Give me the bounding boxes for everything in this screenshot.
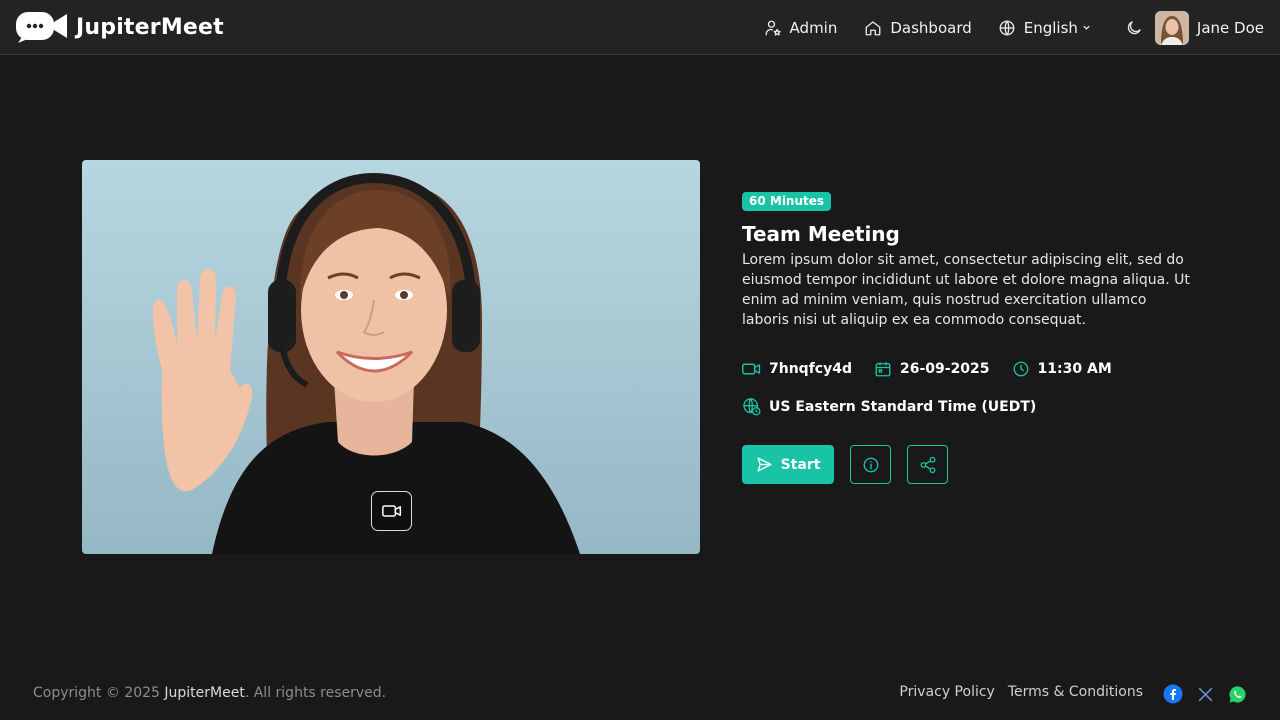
facebook-icon — [1163, 684, 1183, 704]
whatsapp-link[interactable] — [1227, 684, 1247, 704]
video-icon — [742, 363, 761, 375]
meeting-meta-row: 7hnqfcy4d 26-09-2025 11:30 AM — [742, 360, 1202, 378]
user-star-icon — [765, 20, 781, 36]
camera-toggle-button[interactable] — [371, 491, 412, 531]
meeting-timezone: US Eastern Standard Time (UEDT) — [742, 397, 1202, 416]
nav-admin[interactable]: Admin — [764, 18, 838, 37]
calendar-icon — [875, 362, 891, 377]
meeting-time-value: 11:30 AM — [1037, 361, 1112, 377]
app-name: JupiterMeet — [76, 14, 224, 40]
language-label: English — [1023, 18, 1078, 37]
meeting-id: 7hnqfcy4d — [742, 361, 852, 377]
x-icon — [1198, 687, 1212, 701]
header-nav: Admin Dashboard English Jane Doe — [764, 0, 1264, 55]
meeting-id-value: 7hnqfcy4d — [769, 361, 852, 377]
facebook-link[interactable] — [1163, 684, 1183, 704]
chat-camera-icon — [16, 12, 67, 43]
app-logo[interactable]: JupiterMeet — [16, 11, 224, 43]
user-avatar[interactable] — [1154, 10, 1189, 45]
globe-icon — [999, 19, 1015, 36]
share-button[interactable] — [907, 445, 948, 484]
copyright-prefix: Copyright © 2025 — [33, 685, 160, 701]
send-icon — [757, 457, 772, 472]
video-camera-icon — [381, 505, 401, 517]
video-preview — [82, 160, 700, 554]
nav-admin-label: Admin — [789, 18, 838, 37]
home-icon — [865, 20, 881, 35]
privacy-policy-link[interactable]: Privacy Policy — [899, 684, 994, 700]
start-label: Start — [780, 456, 821, 473]
social-links — [1163, 684, 1259, 704]
copyright-suffix: . All rights reserved. — [244, 685, 387, 701]
meeting-info-panel: 60 Minutes Team Meeting Lorem ipsum dolo… — [742, 190, 1202, 484]
nav-dashboard[interactable]: Dashboard — [864, 18, 972, 37]
meeting-timezone-value: US Eastern Standard Time (UEDT) — [769, 398, 1037, 415]
info-icon — [863, 457, 878, 472]
meeting-description: Lorem ipsum dolor sit amet, consectetur … — [742, 252, 1190, 328]
language-selector[interactable]: English — [998, 19, 1099, 37]
clock-icon — [1013, 361, 1028, 377]
nav-dashboard-label: Dashboard — [890, 18, 972, 37]
footer-links: Privacy Policy Terms & Conditions — [899, 684, 1143, 700]
meeting-date-value: 26-09-2025 — [899, 361, 990, 377]
theme-toggle[interactable] — [1125, 19, 1143, 37]
chevron-down-icon — [1083, 25, 1090, 30]
duration-badge: 60 Minutes — [742, 192, 832, 211]
user-name[interactable]: Jane Doe — [1197, 19, 1264, 37]
x-link[interactable] — [1195, 684, 1215, 704]
meeting-title: Team Meeting — [742, 222, 900, 246]
whatsapp-icon — [1228, 685, 1246, 703]
avatar-image — [1154, 10, 1189, 45]
meeting-info-button[interactable] — [850, 445, 891, 484]
meeting-date: 26-09-2025 — [874, 360, 990, 378]
copyright-brand: JupiterMeet — [164, 685, 245, 701]
meeting-time: 11:30 AM — [1012, 360, 1112, 378]
start-meeting-button[interactable]: Start — [742, 445, 834, 484]
copyright: Copyright © 2025 JupiterMeet. All rights… — [33, 685, 386, 701]
meeting-actions: Start — [742, 445, 1202, 484]
top-navbar: JupiterMeet Admin Dashboard English Jane… — [0, 0, 1280, 55]
share-icon — [920, 456, 935, 473]
globe-clock-icon — [743, 397, 761, 416]
terms-link[interactable]: Terms & Conditions — [1008, 684, 1143, 700]
moon-icon — [1127, 20, 1141, 34]
